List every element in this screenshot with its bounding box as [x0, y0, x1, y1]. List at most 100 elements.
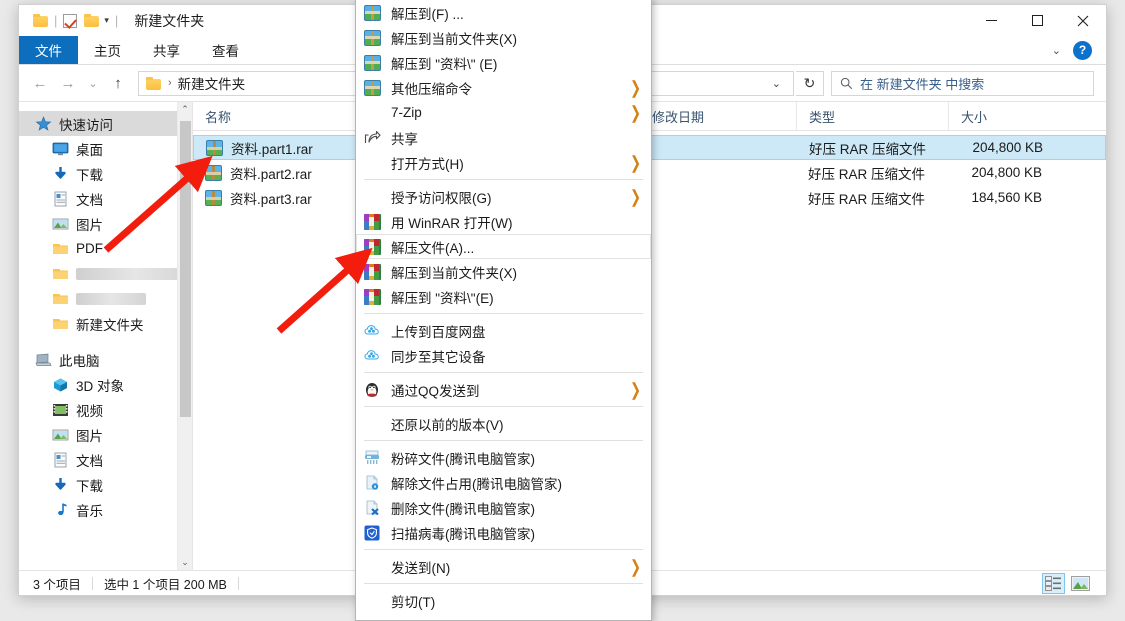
menu-item-label: 发送到(N)	[391, 560, 451, 576]
nav-item-快速访问[interactable]: 快速访问	[19, 111, 192, 136]
menu-item-label: 打开方式(H)	[391, 156, 464, 172]
menu-item-label: 解压到 "资料\"(E)	[391, 290, 494, 306]
status-divider-2	[237, 576, 239, 590]
menu-separator	[364, 313, 643, 314]
redacted-label	[76, 268, 192, 281]
folder-icon	[52, 241, 69, 257]
checkbox-icon[interactable]	[63, 13, 78, 28]
menu-item-其他压缩命令[interactable]: 其他压缩命令 ❯	[356, 75, 651, 100]
tab-share[interactable]: 共享	[137, 36, 196, 64]
nav-item-桌面[interactable]: 桌面	[19, 136, 192, 161]
menu-item-同步至其它设备[interactable]: 同步至其它设备	[356, 343, 651, 368]
menu-item-剪切-t-[interactable]: 剪切(T)	[356, 588, 651, 613]
nav-item-下载[interactable]: 下载	[19, 472, 192, 497]
menu-separator	[364, 440, 643, 441]
breadcrumb-separator: ›	[168, 77, 172, 89]
nav-item-3D 对象[interactable]: 3D 对象	[19, 372, 192, 397]
address-dropdown-icon[interactable]: ⌄	[764, 77, 789, 90]
search-placeholder: 在 新建文件夹 中搜索	[860, 76, 985, 92]
menu-item-用-winrar-打开-w-[interactable]: 用 WinRAR 打开(W)	[356, 209, 651, 234]
menu-item-上传到百度网盘[interactable]: 上传到百度网盘	[356, 318, 651, 343]
menu-item-共享[interactable]: 共享	[356, 125, 651, 150]
nav-item-音乐[interactable]: 音乐	[19, 497, 192, 522]
menu-item-粉碎文件-腾讯电脑管家-[interactable]: 粉碎文件(腾讯电脑管家)	[356, 445, 651, 470]
delete-file-icon	[364, 500, 381, 516]
menu-separator	[364, 583, 643, 584]
maximize-button[interactable]	[1014, 5, 1060, 36]
minimize-button[interactable]	[968, 5, 1014, 36]
column-header-type[interactable]: 类型	[796, 102, 948, 130]
breadcrumb-current[interactable]: 新建文件夹	[178, 73, 246, 93]
menu-item-还原以前的版本-v-[interactable]: 还原以前的版本(V)	[356, 411, 651, 436]
menu-item-解压到-资料-e-[interactable]: 解压到 "资料\"(E)	[356, 284, 651, 309]
menu-item-授予访问权限-g-[interactable]: 授予访问权限(G) ❯	[356, 184, 651, 209]
refresh-button[interactable]: ↻	[796, 70, 824, 96]
menu-item-删除文件-腾讯电脑管家-[interactable]: 删除文件(腾讯电脑管家)	[356, 495, 651, 520]
nav-item-图片[interactable]: 图片	[19, 422, 192, 447]
menu-icon-placeholder	[364, 105, 381, 121]
menu-item-解压到当前文件夹-x-[interactable]: 解压到当前文件夹(X)	[356, 259, 651, 284]
help-icon[interactable]: ?	[1073, 40, 1092, 60]
scrollbar-thumb[interactable]	[180, 121, 191, 417]
nav-item-新建文件夹[interactable]: 新建文件夹	[19, 311, 192, 336]
nav-item-label: 图片	[76, 217, 103, 233]
nav-item-PDF[interactable]: PDF	[19, 236, 192, 261]
winrar-icon	[364, 263, 381, 280]
large-icons-view-button[interactable]	[1069, 573, 1092, 594]
nav-pane-scrollbar[interactable]: ⌃ ⌄	[177, 102, 192, 570]
details-view-button[interactable]	[1042, 572, 1065, 594]
nav-item-label: 图片	[76, 428, 103, 444]
menu-item-解压文件-a-[interactable]: 解压文件(A)...	[356, 234, 651, 259]
nav-item-redacted-7[interactable]	[19, 286, 192, 311]
menu-icon-placeholder	[364, 155, 381, 171]
nav-item-label: 文档	[76, 453, 103, 469]
menu-item-发送到-n-[interactable]: 发送到(N) ❯	[356, 554, 651, 579]
search-box[interactable]: 在 新建文件夹 中搜索	[831, 70, 1094, 96]
chevron-down-icon[interactable]: ▾	[104, 16, 109, 25]
ribbon-collapse-chevron-icon[interactable]: ⌄	[1052, 44, 1061, 57]
back-button[interactable]: ←	[27, 70, 53, 96]
nav-item-文档[interactable]: 文档	[19, 186, 192, 211]
forward-button[interactable]: →	[55, 70, 81, 96]
nav-item-label: 视频	[76, 403, 103, 419]
menu-item-label: 解压到(F) ...	[391, 6, 464, 22]
menu-item-打开方式-h-[interactable]: 打开方式(H) ❯	[356, 150, 651, 175]
context-menu[interactable]: 解压到(F) ... 解压到当前文件夹(X) 解压到 "资料\" (E) 其他压缩命令…	[355, 0, 652, 621]
scroll-up-arrow-icon[interactable]: ⌃	[178, 102, 192, 117]
nav-item-label: 快速访问	[59, 117, 113, 133]
up-button[interactable]: ↑	[105, 70, 131, 96]
winrar-icon	[364, 238, 381, 255]
menu-item-解除文件占用-腾讯电脑管家-[interactable]: 解除文件占用(腾讯电脑管家)	[356, 470, 651, 495]
nav-item-下载[interactable]: 下载	[19, 161, 192, 186]
nav-item-label: 此电脑	[59, 353, 100, 369]
file-name-text: 资料.part2.rar	[230, 166, 312, 182]
tab-view[interactable]: 查看	[196, 36, 255, 64]
menu-item-解压到当前文件夹-x-[interactable]: 解压到当前文件夹(X)	[356, 25, 651, 50]
menu-item-通过qq发送到[interactable]: 通过QQ发送到 ❯	[356, 377, 651, 402]
haozip-icon	[364, 29, 381, 46]
column-header-date[interactable]: 修改日期	[639, 102, 796, 130]
menu-item-解压到-f-[interactable]: 解压到(F) ...	[356, 0, 651, 25]
tab-file[interactable]: 文件	[19, 36, 78, 64]
menu-item-label: 还原以前的版本(V)	[391, 417, 504, 433]
submenu-chevron-icon: ❯	[630, 151, 641, 172]
nav-item-文档[interactable]: 文档	[19, 447, 192, 472]
videos-icon	[52, 402, 69, 418]
nav-item-redacted-6[interactable]	[19, 261, 192, 286]
document-icon	[52, 452, 69, 468]
nav-item-此电脑[interactable]: 此电脑	[19, 347, 192, 372]
menu-separator	[364, 549, 643, 550]
scroll-down-arrow-icon[interactable]: ⌄	[178, 555, 192, 570]
recent-locations-button[interactable]: ⌄	[83, 70, 103, 96]
folder-icon[interactable]	[33, 14, 48, 27]
menu-item-7-zip[interactable]: 7-Zip ❯	[356, 100, 651, 125]
nav-item-图片[interactable]: 图片	[19, 211, 192, 236]
nav-item-视频[interactable]: 视频	[19, 397, 192, 422]
share-icon	[364, 130, 381, 146]
new-folder-icon[interactable]	[84, 14, 100, 27]
close-button[interactable]	[1060, 5, 1106, 36]
tab-home[interactable]: 主页	[78, 36, 137, 64]
menu-item-解压到-资料-e-[interactable]: 解压到 "资料\" (E)	[356, 50, 651, 75]
column-header-size[interactable]: 大小	[948, 102, 1048, 130]
menu-item-扫描病毒-腾讯电脑管家-[interactable]: 扫描病毒(腾讯电脑管家)	[356, 520, 651, 545]
